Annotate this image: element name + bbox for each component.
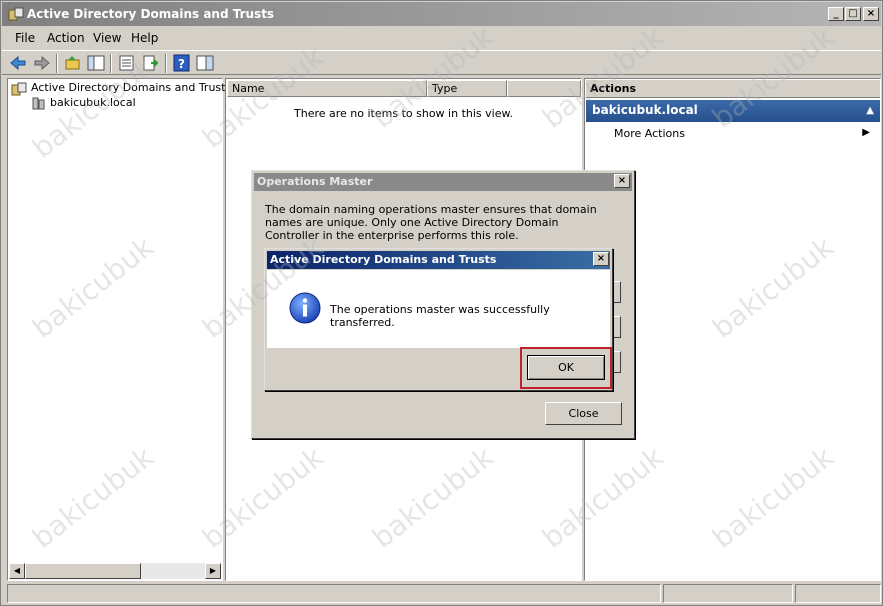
operations-master-close-icon[interactable]: × [614, 174, 630, 188]
domain-icon [32, 97, 45, 110]
tree-domain-item[interactable]: bakicubuk.local [50, 96, 136, 109]
toolbar: ? [2, 50, 881, 75]
menu-file[interactable]: File [15, 31, 35, 45]
scroll-right-icon[interactable]: ▶ [205, 563, 221, 579]
actions-section-domain[interactable]: bakicubuk.local ▲ [586, 100, 880, 122]
menu-help[interactable]: Help [131, 31, 158, 45]
message-dialog-titlebar[interactable]: Active Directory Domains and Trusts [267, 251, 610, 269]
close-window-button[interactable]: × [863, 7, 879, 21]
actions-header: Actions [586, 80, 880, 98]
scroll-thumb[interactable] [25, 563, 141, 579]
toolbar-separator [56, 54, 58, 73]
menu-view[interactable]: View [93, 31, 121, 45]
status-cell [7, 584, 661, 603]
svg-text:?: ? [178, 57, 185, 71]
tree-horizontal-scrollbar[interactable]: ◀ ▶ [9, 563, 221, 579]
column-header-name[interactable]: Name [227, 80, 427, 97]
message-dialog-title: Active Directory Domains and Trusts [270, 253, 497, 266]
forward-arrow-icon[interactable] [32, 54, 52, 72]
show-action-pane-icon[interactable] [195, 54, 215, 72]
maximize-button[interactable]: □ [845, 7, 861, 21]
column-header-blank[interactable] [507, 80, 581, 97]
collapse-up-icon[interactable]: ▲ [866, 100, 874, 121]
show-hide-tree-icon[interactable] [86, 54, 106, 72]
empty-list-message: There are no items to show in this view. [294, 107, 513, 120]
minimize-button[interactable]: _ [828, 7, 844, 21]
menubar: File Action View Help [2, 27, 881, 49]
operations-master-title: Operations Master [257, 175, 373, 188]
console-tree-pane[interactable]: Active Directory Domains and Trusts [\ b… [7, 78, 243, 581]
message-dialog: Active Directory Domains and Trusts × Th… [264, 248, 613, 391]
statusbar [7, 584, 881, 603]
message-text: The operations master was successfully t… [330, 303, 550, 329]
operations-master-titlebar[interactable]: Operations Master [254, 173, 632, 191]
back-arrow-icon[interactable] [8, 54, 28, 72]
close-button[interactable]: Close [545, 402, 622, 425]
operations-master-description: The domain naming operations master ensu… [265, 203, 597, 242]
information-icon [289, 292, 321, 324]
status-cell [663, 584, 793, 603]
actions-section-title: bakicubuk.local [592, 103, 698, 117]
properties-icon[interactable] [117, 54, 137, 72]
toolbar-separator [165, 54, 167, 73]
more-actions-item[interactable]: More Actions [614, 127, 685, 140]
menu-action[interactable]: Action [47, 31, 85, 45]
mmc-window: Active Directory Domains and Trusts _ □ … [0, 0, 883, 606]
window-titlebar[interactable]: Active Directory Domains and Trusts _ □ … [2, 2, 881, 26]
toolbar-separator [110, 54, 112, 73]
scroll-left-icon[interactable]: ◀ [9, 563, 25, 579]
tree-root-item[interactable]: Active Directory Domains and Trusts [\ [31, 81, 243, 94]
domains-trusts-icon [8, 7, 24, 21]
window-title: Active Directory Domains and Trusts [27, 7, 275, 21]
status-cell [795, 584, 881, 603]
message-body: The operations master was successfully t… [267, 270, 610, 348]
message-dialog-close-icon[interactable]: × [593, 252, 609, 266]
help-icon[interactable]: ? [172, 54, 192, 72]
ok-button[interactable]: OK [527, 355, 605, 380]
submenu-arrow-icon: ▶ [862, 127, 870, 138]
up-folder-icon[interactable] [63, 54, 83, 72]
export-list-icon[interactable] [141, 54, 161, 72]
domains-trusts-icon [11, 82, 27, 96]
column-header-type[interactable]: Type [427, 80, 507, 97]
